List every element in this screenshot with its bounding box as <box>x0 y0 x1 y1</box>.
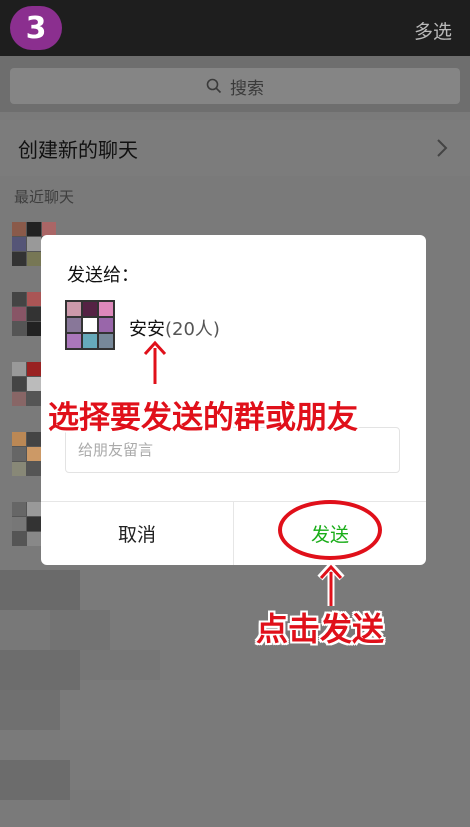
annotation-arrow-up-icon <box>317 562 345 606</box>
cancel-button[interactable]: 取消 <box>41 501 233 565</box>
search-bar: 搜索 <box>0 56 470 112</box>
multi-select-button[interactable]: 多选 <box>414 17 452 44</box>
group-member-count: (20人) <box>165 319 220 340</box>
group-name-text: 安安 <box>129 319 165 340</box>
click-hint-annotation: 点击发送 <box>256 610 385 648</box>
search-input[interactable]: 搜索 <box>10 68 460 104</box>
annotation-arrow-up-icon <box>141 338 169 384</box>
search-icon <box>206 78 222 94</box>
search-placeholder: 搜索 <box>230 78 264 99</box>
dialog-title: 发送给： <box>67 265 139 286</box>
create-new-chat-label: 创建新的聊天 <box>18 137 138 162</box>
select-hint-annotation: 选择要发送的群或朋友 <box>48 400 358 436</box>
step-badge: 3 <box>10 6 62 50</box>
chevron-right-icon <box>437 139 448 157</box>
group-avatar <box>65 300 115 350</box>
create-new-chat-row[interactable]: 创建新的聊天 <box>0 120 470 176</box>
send-highlight-ring <box>278 500 382 560</box>
recent-chats-header: 最近聊天 <box>14 188 75 206</box>
top-bar: 3 多选 <box>0 0 470 56</box>
